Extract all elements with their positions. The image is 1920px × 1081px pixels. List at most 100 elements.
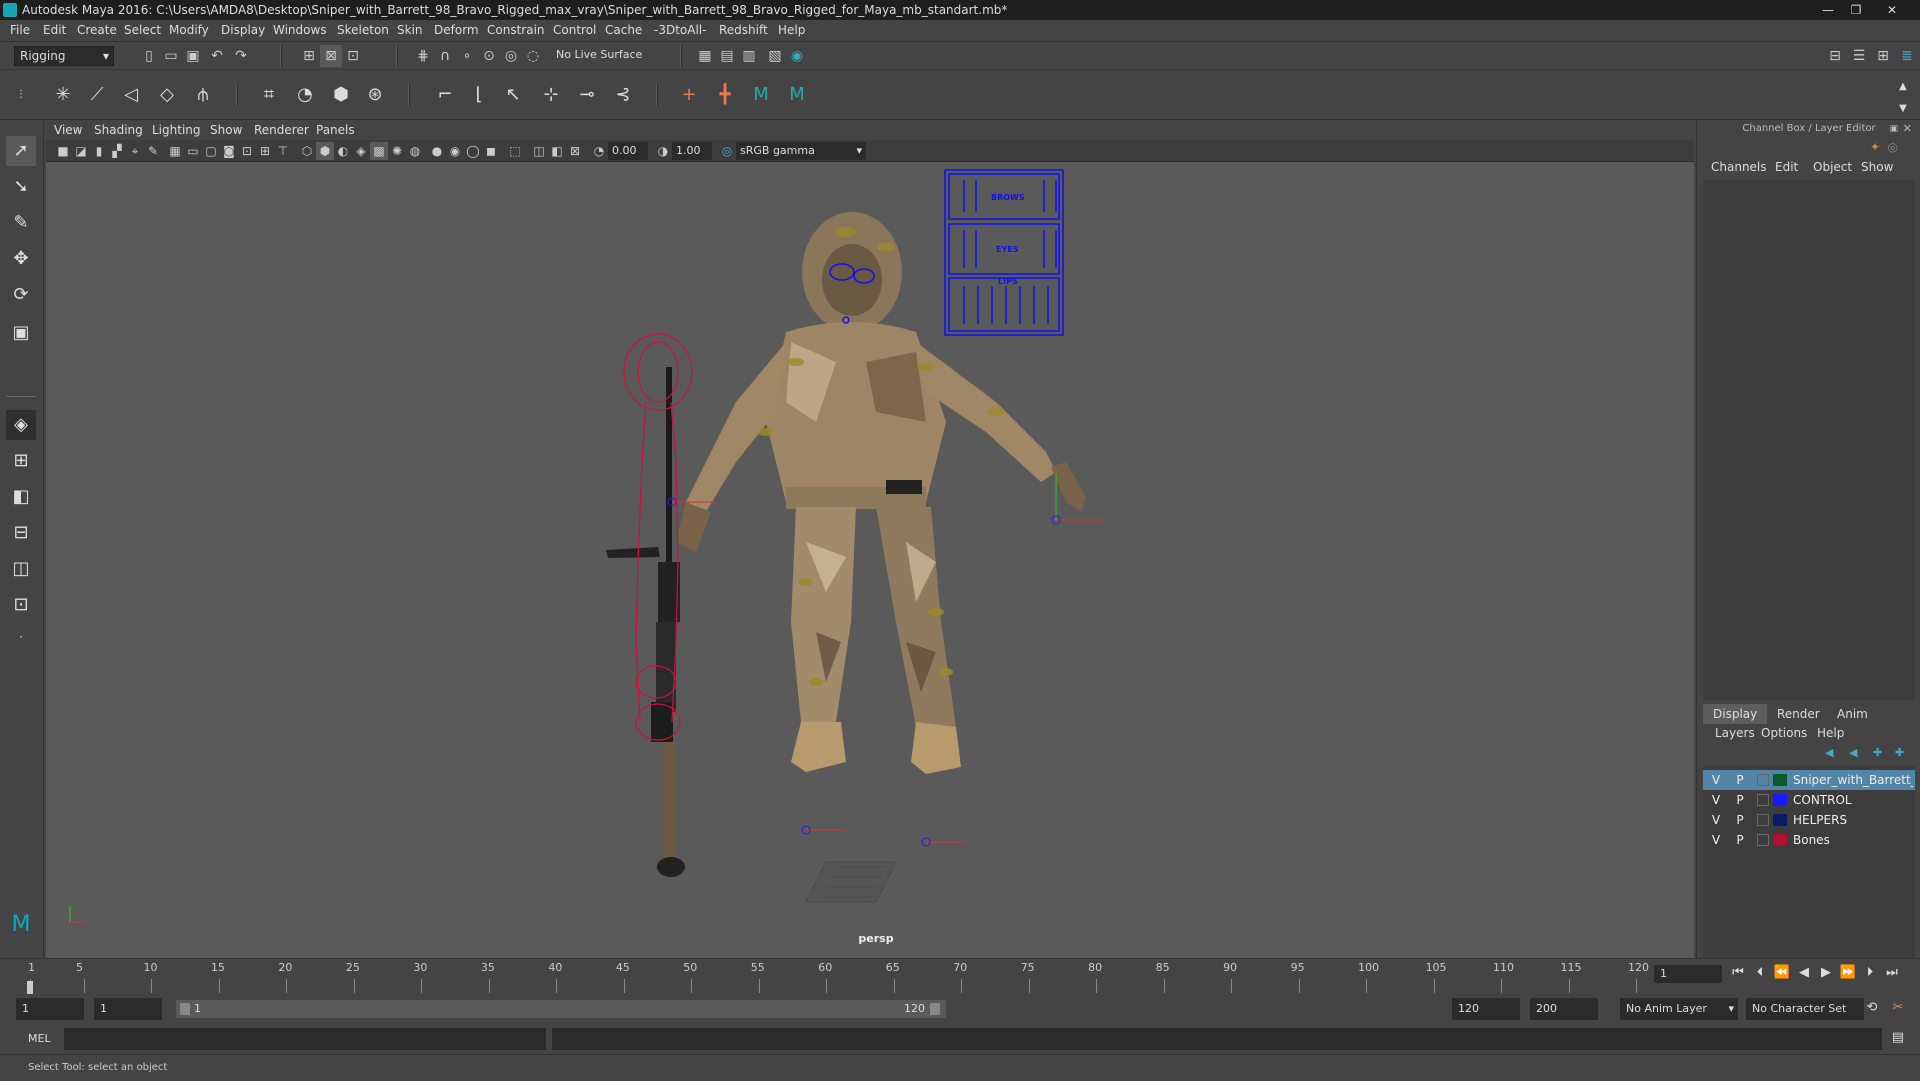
joint-tool-icon[interactable]: ✳: [50, 82, 76, 108]
menu-cache[interactable]: Cache: [605, 23, 642, 37]
layer-visibility[interactable]: V: [1709, 810, 1723, 830]
play-backwards-icon[interactable]: ◀: [1794, 963, 1814, 983]
shadows-icon[interactable]: ◍: [406, 142, 424, 160]
menu-windows[interactable]: Windows: [273, 23, 327, 37]
menu-select[interactable]: Select: [124, 23, 161, 37]
current-time-marker[interactable]: [27, 981, 33, 995]
hik-control-icon[interactable]: M: [784, 82, 810, 108]
bookmarks-icon[interactable]: ▮: [90, 142, 108, 160]
menu-display[interactable]: Display: [221, 23, 265, 37]
open-scene-icon[interactable]: ▭: [160, 45, 182, 67]
exposure-icon[interactable]: ◔: [590, 142, 608, 160]
select-hierarchy-icon[interactable]: ⊞: [298, 45, 320, 67]
cb-tab-channels[interactable]: Channels: [1711, 160, 1767, 174]
snap-curve-icon[interactable]: ∩: [434, 45, 456, 67]
hik-character-icon[interactable]: M: [748, 82, 774, 108]
layer-visibility[interactable]: V: [1709, 770, 1723, 790]
layer-playback[interactable]: P: [1733, 790, 1747, 810]
layer-row[interactable]: V P HELPERS: [1703, 810, 1915, 830]
ik-spline-icon[interactable]: ⫛: [190, 82, 216, 108]
layer-tab-display[interactable]: Display: [1703, 704, 1768, 724]
snap-live-icon[interactable]: ◌: [522, 45, 544, 67]
film-gate-icon[interactable]: ▭: [184, 142, 202, 160]
cb-settings-icon[interactable]: ◎: [1888, 140, 1898, 154]
view-transform-dropdown[interactable]: sRGB gamma ▾: [736, 142, 866, 160]
gamma-field[interactable]: 1.00: [672, 142, 712, 160]
anti-aliasing-icon[interactable]: ◯: [464, 142, 482, 160]
paint-select-icon[interactable]: ✎: [6, 208, 36, 238]
animation-start-field[interactable]: 1: [16, 998, 84, 1020]
animation-end-field[interactable]: 200: [1530, 998, 1598, 1020]
step-forward-key-icon[interactable]: ⏩: [1838, 963, 1858, 983]
layer-color-swatch[interactable]: [1773, 774, 1787, 786]
command-language-label[interactable]: MEL: [28, 1032, 51, 1045]
locator-icon[interactable]: +: [676, 82, 702, 108]
move-layer-up-icon[interactable]: ◀: [1825, 746, 1833, 759]
channel-box-area[interactable]: [1703, 180, 1915, 700]
sculpt-deformer-icon[interactable]: ◔: [292, 82, 318, 108]
vp-menu-shading[interactable]: Shading: [94, 123, 143, 137]
playback-start-field[interactable]: 1: [94, 998, 162, 1020]
step-back-frame-icon[interactable]: ⏴: [1750, 963, 1770, 983]
tool-settings-icon[interactable]: ⊞: [1872, 45, 1894, 67]
undo-icon[interactable]: ↶: [206, 45, 228, 67]
layer-playback[interactable]: P: [1733, 770, 1747, 790]
menu-set-dropdown[interactable]: Rigging ▾: [14, 46, 114, 66]
select-component-icon[interactable]: ⊡: [342, 45, 364, 67]
time-slider[interactable]: 1 5 10 15 20 25 30 35 40 45 50 55 60 65 70 75 80 85 90 95 10…: [0, 958, 1920, 995]
layer-color-swatch[interactable]: [1773, 794, 1787, 806]
range-slider[interactable]: 1 120: [176, 1000, 946, 1018]
layer-name[interactable]: Bones: [1793, 830, 1913, 850]
textured-icon[interactable]: ▩: [370, 142, 388, 160]
menu-skeleton[interactable]: Skeleton: [337, 23, 389, 37]
float-panel-icon[interactable]: ▣: [1889, 124, 1898, 134]
snap-view-icon[interactable]: ⊙: [478, 45, 500, 67]
bind-skin-icon[interactable]: ⌐: [432, 82, 458, 108]
range-start-handle[interactable]: [180, 1003, 190, 1015]
layer-row[interactable]: V P Bones: [1703, 830, 1915, 850]
ipr-render-icon[interactable]: ▥: [738, 45, 760, 67]
new-layer-icon[interactable]: ✚: [1873, 746, 1882, 759]
motion-blur-icon[interactable]: ◉: [446, 142, 464, 160]
layer-row[interactable]: V P Sniper_with_Barrett_98: [1703, 770, 1915, 790]
resolution-gate-icon[interactable]: ▢: [202, 142, 220, 160]
auto-key-icon[interactable]: ⟲: [1862, 998, 1882, 1018]
maya-home-icon[interactable]: M: [6, 910, 36, 940]
exposure-field[interactable]: 0.00: [608, 142, 648, 160]
screen-space-ao-icon[interactable]: ●: [428, 142, 446, 160]
layer-tab-anim[interactable]: Anim: [1827, 704, 1878, 724]
wrap-deformer-icon[interactable]: ⊛: [362, 82, 388, 108]
new-scene-icon[interactable]: ▯: [138, 45, 160, 67]
select-object-icon[interactable]: ⊠: [320, 45, 342, 67]
layer-menu-help[interactable]: Help: [1817, 726, 1844, 740]
hypershade-layout-icon[interactable]: ⊡: [6, 590, 36, 620]
character-set-dropdown[interactable]: No Character Set: [1746, 998, 1864, 1020]
layer-menu-options[interactable]: Options: [1761, 726, 1807, 740]
step-back-key-icon[interactable]: ⏪: [1772, 963, 1792, 983]
rotate-tool-icon[interactable]: ⟳: [6, 280, 36, 310]
close-panel-icon[interactable]: ✕: [1903, 122, 1912, 135]
two-pane-layout-icon[interactable]: ◧: [6, 482, 36, 512]
new-layer-selected-icon[interactable]: ✚: [1895, 746, 1904, 759]
layer-color-swatch[interactable]: [1773, 834, 1787, 846]
current-frame-field[interactable]: 1: [1654, 965, 1722, 983]
detach-skin-icon[interactable]: ⌊: [466, 82, 492, 108]
live-surface-label[interactable]: No Live Surface: [556, 48, 642, 61]
depth-of-field-icon[interactable]: ◼: [482, 142, 500, 160]
render-settings-icon[interactable]: ▧: [764, 45, 786, 67]
mirror-joint-icon[interactable]: ◁: [118, 82, 144, 108]
vp-menu-panels[interactable]: Panels: [316, 123, 355, 137]
modeling-toolkit-icon[interactable]: ⊟: [1824, 45, 1846, 67]
go-to-start-icon[interactable]: ⏮: [1728, 963, 1748, 983]
shelf-options-icon[interactable]: ⋮: [14, 82, 28, 108]
layer-name[interactable]: Sniper_with_Barrett_98: [1793, 770, 1913, 790]
layer-name[interactable]: HELPERS: [1793, 810, 1913, 830]
lattice-icon[interactable]: ⬢: [328, 82, 354, 108]
menu-help[interactable]: Help: [778, 23, 805, 37]
outliner-layout-icon[interactable]: ⊟: [6, 518, 36, 548]
animation-preferences-icon[interactable]: ✂: [1888, 998, 1908, 1018]
xray-components-icon[interactable]: ⊠: [566, 142, 584, 160]
layer-display-type[interactable]: [1757, 774, 1769, 786]
ik-handle-icon[interactable]: ◇: [154, 82, 180, 108]
safe-action-icon[interactable]: ⊞: [256, 142, 274, 160]
